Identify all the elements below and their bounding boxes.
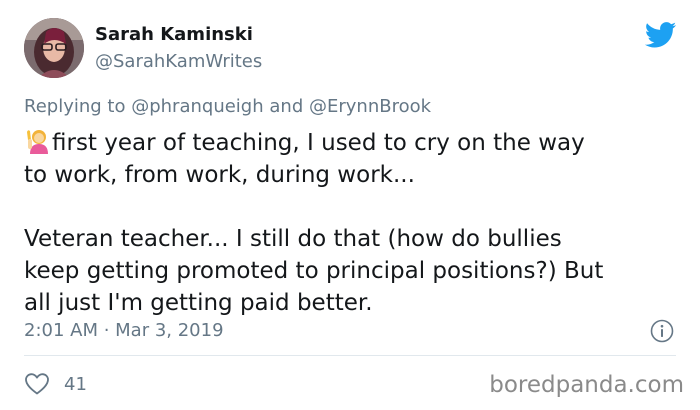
tweet-text: first year of teaching, I used to cry on…: [24, 127, 674, 319]
info-icon[interactable]: [650, 319, 674, 343]
tweet-line-2: to work, from work, during work...: [24, 162, 415, 188]
tweet-line-5: all just I'm getting paid better.: [24, 290, 373, 316]
like-button[interactable]: 41: [24, 372, 87, 396]
author-name[interactable]: Sarah Kaminski: [95, 24, 253, 45]
reply-conjunction: and: [269, 96, 304, 117]
watermark: boredpanda.com: [489, 372, 684, 398]
avatar-image: [24, 18, 84, 78]
reply-prefix: Replying to: [24, 96, 126, 117]
tweet-paragraph-gap: [24, 191, 674, 223]
reply-mention-erynnbrook[interactable]: @ErynnBrook: [309, 96, 431, 117]
heart-icon: [25, 373, 49, 395]
tweet-line-1: first year of teaching, I used to cry on…: [24, 127, 674, 159]
tweet-line-3: Veteran teacher... I still do that (how …: [24, 226, 562, 252]
avatar[interactable]: [24, 18, 84, 78]
tweet-line-4: keep getting promoted to principal posit…: [24, 258, 604, 284]
divider: [24, 355, 676, 356]
tweet-timestamp[interactable]: 2:01 AM · Mar 3, 2019: [24, 320, 224, 341]
tweet-line-1-text: first year of teaching, I used to cry on…: [52, 130, 585, 156]
tweet-card: Sarah Kaminski @SarahKamWrites Replying …: [0, 0, 700, 410]
like-count: 41: [64, 373, 87, 395]
twitter-bird-icon[interactable]: [645, 22, 677, 48]
woman-raising-hand-icon: [27, 130, 48, 154]
author-handle[interactable]: @SarahKamWrites: [95, 51, 262, 72]
reply-context: Replying to @phranqueigh and @ErynnBrook: [24, 96, 431, 117]
reply-mention-phranqueigh[interactable]: @phranqueigh: [131, 96, 263, 117]
